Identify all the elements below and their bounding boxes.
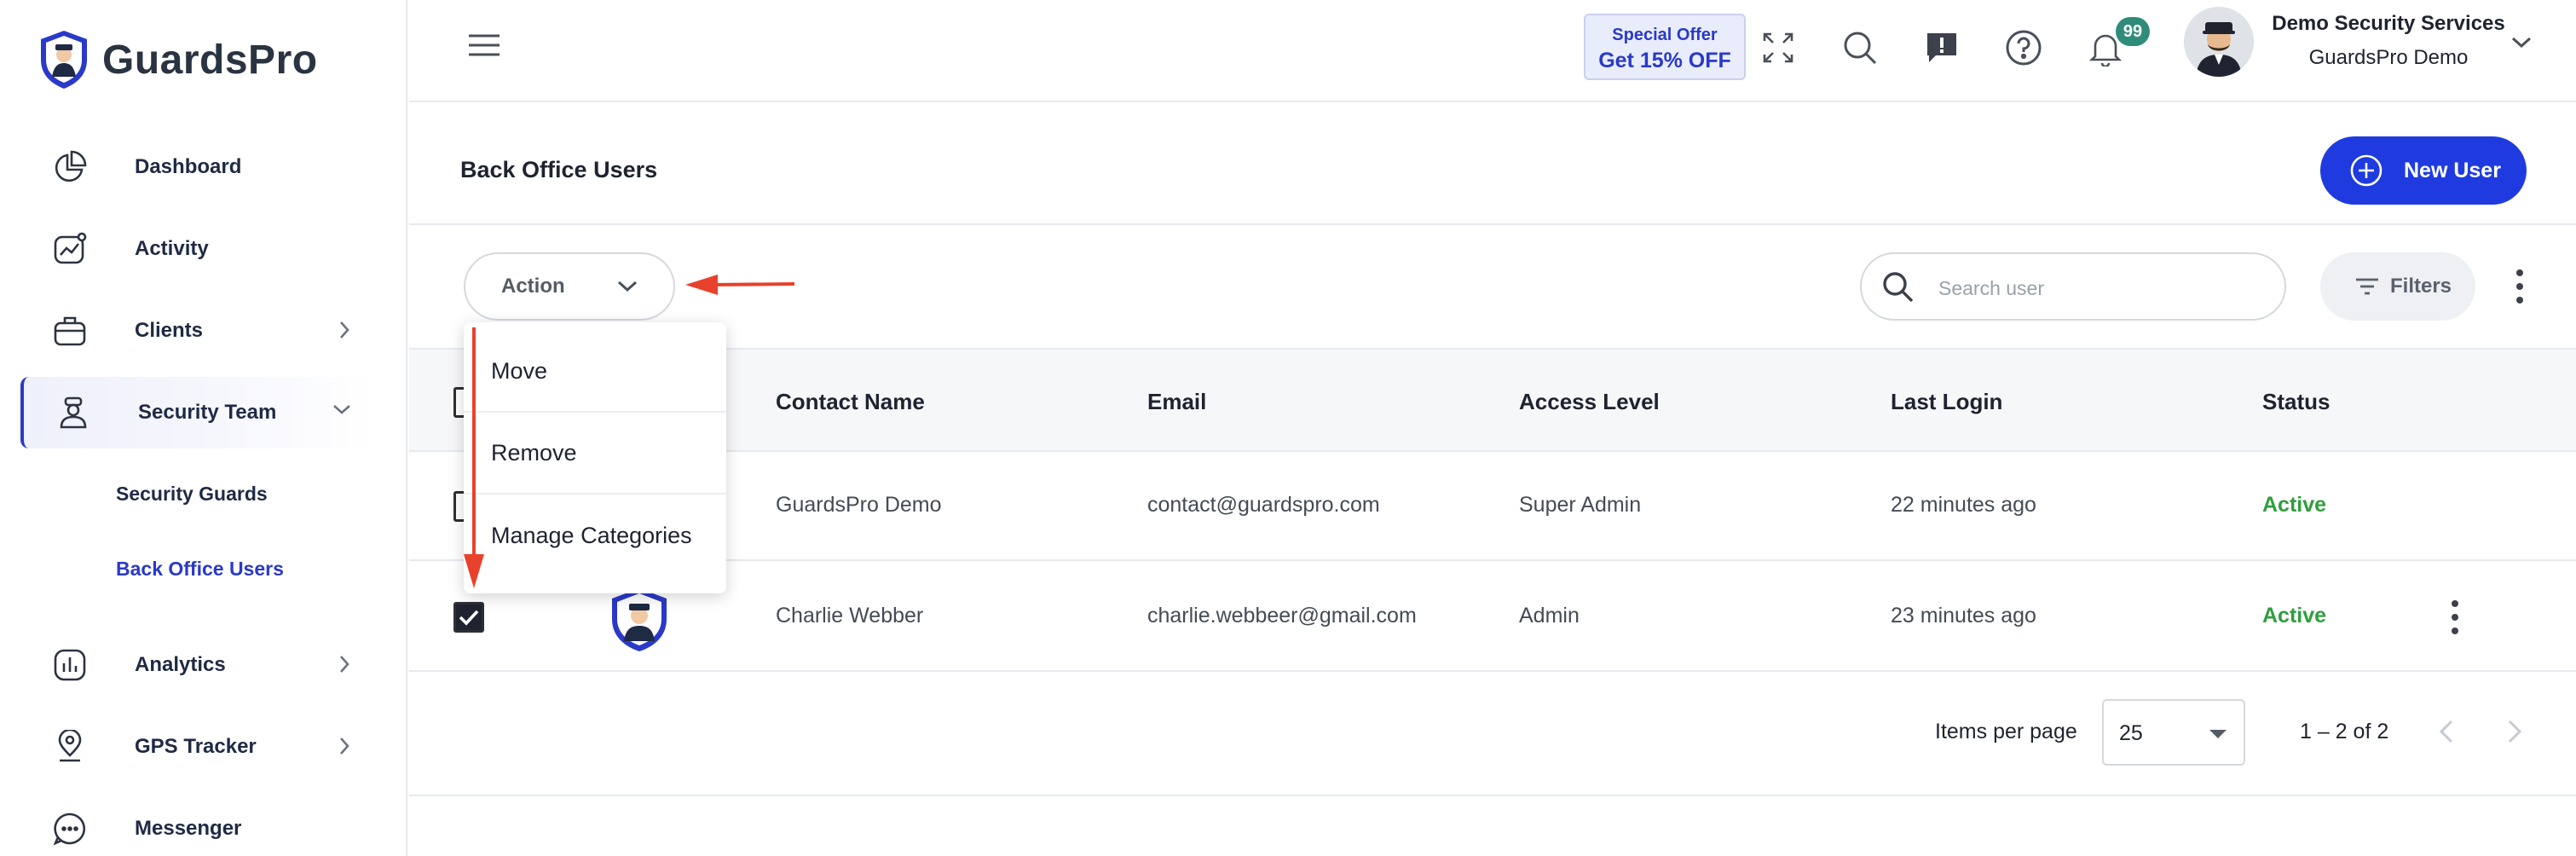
filters-button[interactable]: Filters: [2320, 252, 2475, 321]
menu-item-remove[interactable]: Remove: [464, 413, 726, 495]
sidebar-item-label: Messenger: [135, 817, 242, 840]
search-user-field[interactable]: [1860, 252, 2286, 321]
sidebar-item-activity[interactable]: Activity: [20, 213, 378, 285]
email-cell: charlie.webbeer@gmail.com: [1147, 604, 1417, 628]
feedback-icon[interactable]: [1920, 26, 1964, 70]
pie-chart-icon: [44, 142, 95, 193]
sidebar-item-label: Dashboard: [135, 155, 242, 178]
add-circle-icon: [2350, 154, 2383, 187]
offer-line2: Get 15% OFF: [1598, 49, 1731, 72]
status-badge: Active: [2262, 604, 2327, 628]
offer-line1: Special Offer: [1612, 26, 1718, 44]
items-per-page-value: 25: [2119, 721, 2143, 745]
guard-avatar-icon: [2184, 7, 2254, 77]
chevron-right-icon: [340, 656, 349, 673]
location-pin-icon: [44, 721, 95, 772]
user-avatar[interactable]: [2184, 7, 2254, 77]
app-logo[interactable]: GuardsPro: [38, 29, 318, 90]
account-switcher[interactable]: Demo Security Services GuardsPro Demo: [2269, 12, 2508, 70]
sidebar-subitem-security-guards[interactable]: Security Guards: [116, 483, 268, 506]
items-per-page-label: Items per page: [1935, 720, 2077, 743]
notification-count-badge: 99: [2116, 17, 2150, 46]
app-name: GuardsPro: [102, 37, 318, 83]
action-label: Action: [501, 275, 565, 298]
column-header-status[interactable]: Status: [2262, 389, 2330, 415]
column-header-contact-name[interactable]: Contact Name: [776, 389, 925, 415]
hamburger-menu-icon[interactable]: [467, 32, 501, 58]
arrow-pointing-to-action-dropdown: [685, 275, 795, 295]
search-input[interactable]: [1938, 271, 2262, 305]
chevron-down-icon[interactable]: [2510, 34, 2533, 51]
caret-down-icon: [2209, 730, 2227, 738]
sidebar-item-clients[interactable]: Clients: [20, 295, 378, 367]
last-login-cell: 22 minutes ago: [1891, 493, 2036, 517]
pagination-range: 1 – 2 of 2: [2300, 720, 2389, 743]
guard-icon: [48, 387, 99, 438]
checkmark-icon: [459, 610, 479, 626]
access-level-cell: Admin: [1519, 604, 1580, 628]
user-avatar: [612, 588, 667, 651]
next-page-icon[interactable]: [2504, 716, 2525, 747]
column-header-email[interactable]: Email: [1147, 389, 1206, 415]
chevron-down-icon: [333, 405, 350, 414]
search-icon: [1883, 272, 1914, 303]
sidebar-item-dashboard[interactable]: Dashboard: [20, 131, 378, 203]
sidebar-item-security-team[interactable]: Security Team: [20, 377, 378, 448]
briefcase-icon: [44, 305, 95, 356]
user-name: GuardsPro Demo: [2308, 46, 2469, 69]
page-title: Back Office Users: [460, 157, 658, 182]
access-level-cell: Super Admin: [1519, 493, 1642, 517]
chevron-down-icon: [617, 281, 638, 292]
special-offer-button[interactable]: Special Offer Get 15% OFF: [1584, 14, 1746, 80]
fullscreen-icon[interactable]: [1756, 26, 1800, 70]
menu-item-manage-categories[interactable]: Manage Categories: [464, 495, 726, 576]
action-dropdown[interactable]: Action: [464, 252, 675, 321]
row-checkbox[interactable]: [453, 602, 484, 633]
table-row[interactable]: Charlie Webber charlie.webbeer@gmail.com…: [409, 563, 2576, 672]
divider: [409, 223, 2576, 225]
column-header-access-level[interactable]: Access Level: [1519, 389, 1660, 415]
top-bar: Special Offer Get 15% OFF 99 Demo Securi…: [409, 0, 2576, 102]
sidebar-item-label: GPS Tracker: [135, 735, 257, 758]
company-name: Demo Security Services: [2272, 12, 2505, 35]
analytics-icon: [44, 639, 95, 691]
search-icon[interactable]: [1838, 26, 1882, 70]
table-header: Contact Name Email Access Level Last Log…: [409, 348, 2576, 452]
sidebar-item-analytics[interactable]: Analytics: [20, 629, 378, 701]
sidebar: GuardsPro Dashboard Activity Clients Sec…: [0, 0, 407, 856]
email-cell: contact@guardspro.com: [1147, 493, 1380, 517]
items-per-page-select[interactable]: 25: [2102, 699, 2245, 766]
more-options-icon[interactable]: [2513, 268, 2527, 305]
chevron-right-icon: [340, 321, 349, 338]
sidebar-item-messenger[interactable]: Messenger: [20, 793, 378, 856]
menu-item-move[interactable]: Move: [464, 331, 726, 413]
help-icon[interactable]: [2001, 26, 2046, 70]
new-user-button[interactable]: New User: [2320, 136, 2527, 205]
action-menu: Move Remove Manage Categories: [464, 322, 726, 593]
shield-logo-icon: [41, 31, 87, 89]
sidebar-item-label: Analytics: [135, 653, 226, 676]
contact-name-cell: Charlie Webber: [776, 604, 924, 628]
new-user-label: New User: [2404, 158, 2501, 182]
contact-name-cell: GuardsPro Demo: [776, 493, 942, 517]
sidebar-item-gps-tracker[interactable]: GPS Tracker: [20, 711, 378, 783]
row-more-options-icon[interactable]: [2448, 599, 2462, 636]
chevron-right-icon: [340, 737, 349, 755]
last-login-cell: 23 minutes ago: [1891, 604, 2036, 628]
sidebar-item-label: Activity: [135, 237, 209, 260]
previous-page-icon[interactable]: [2436, 716, 2457, 747]
status-badge: Active: [2262, 493, 2327, 517]
divider: [409, 795, 2576, 796]
column-header-last-login[interactable]: Last Login: [1891, 389, 2002, 415]
activity-icon: [44, 223, 95, 275]
chat-icon: [44, 803, 95, 854]
table-row[interactable]: GuardsPro Demo contact@guardspro.com Sup…: [409, 452, 2576, 561]
sidebar-item-label: Clients: [135, 319, 204, 342]
filters-label: Filters: [2390, 275, 2452, 298]
sidebar-subitem-back-office-users[interactable]: Back Office Users: [116, 558, 284, 581]
sidebar-item-label: Security Team: [138, 401, 277, 424]
filter-icon: [2356, 278, 2378, 295]
